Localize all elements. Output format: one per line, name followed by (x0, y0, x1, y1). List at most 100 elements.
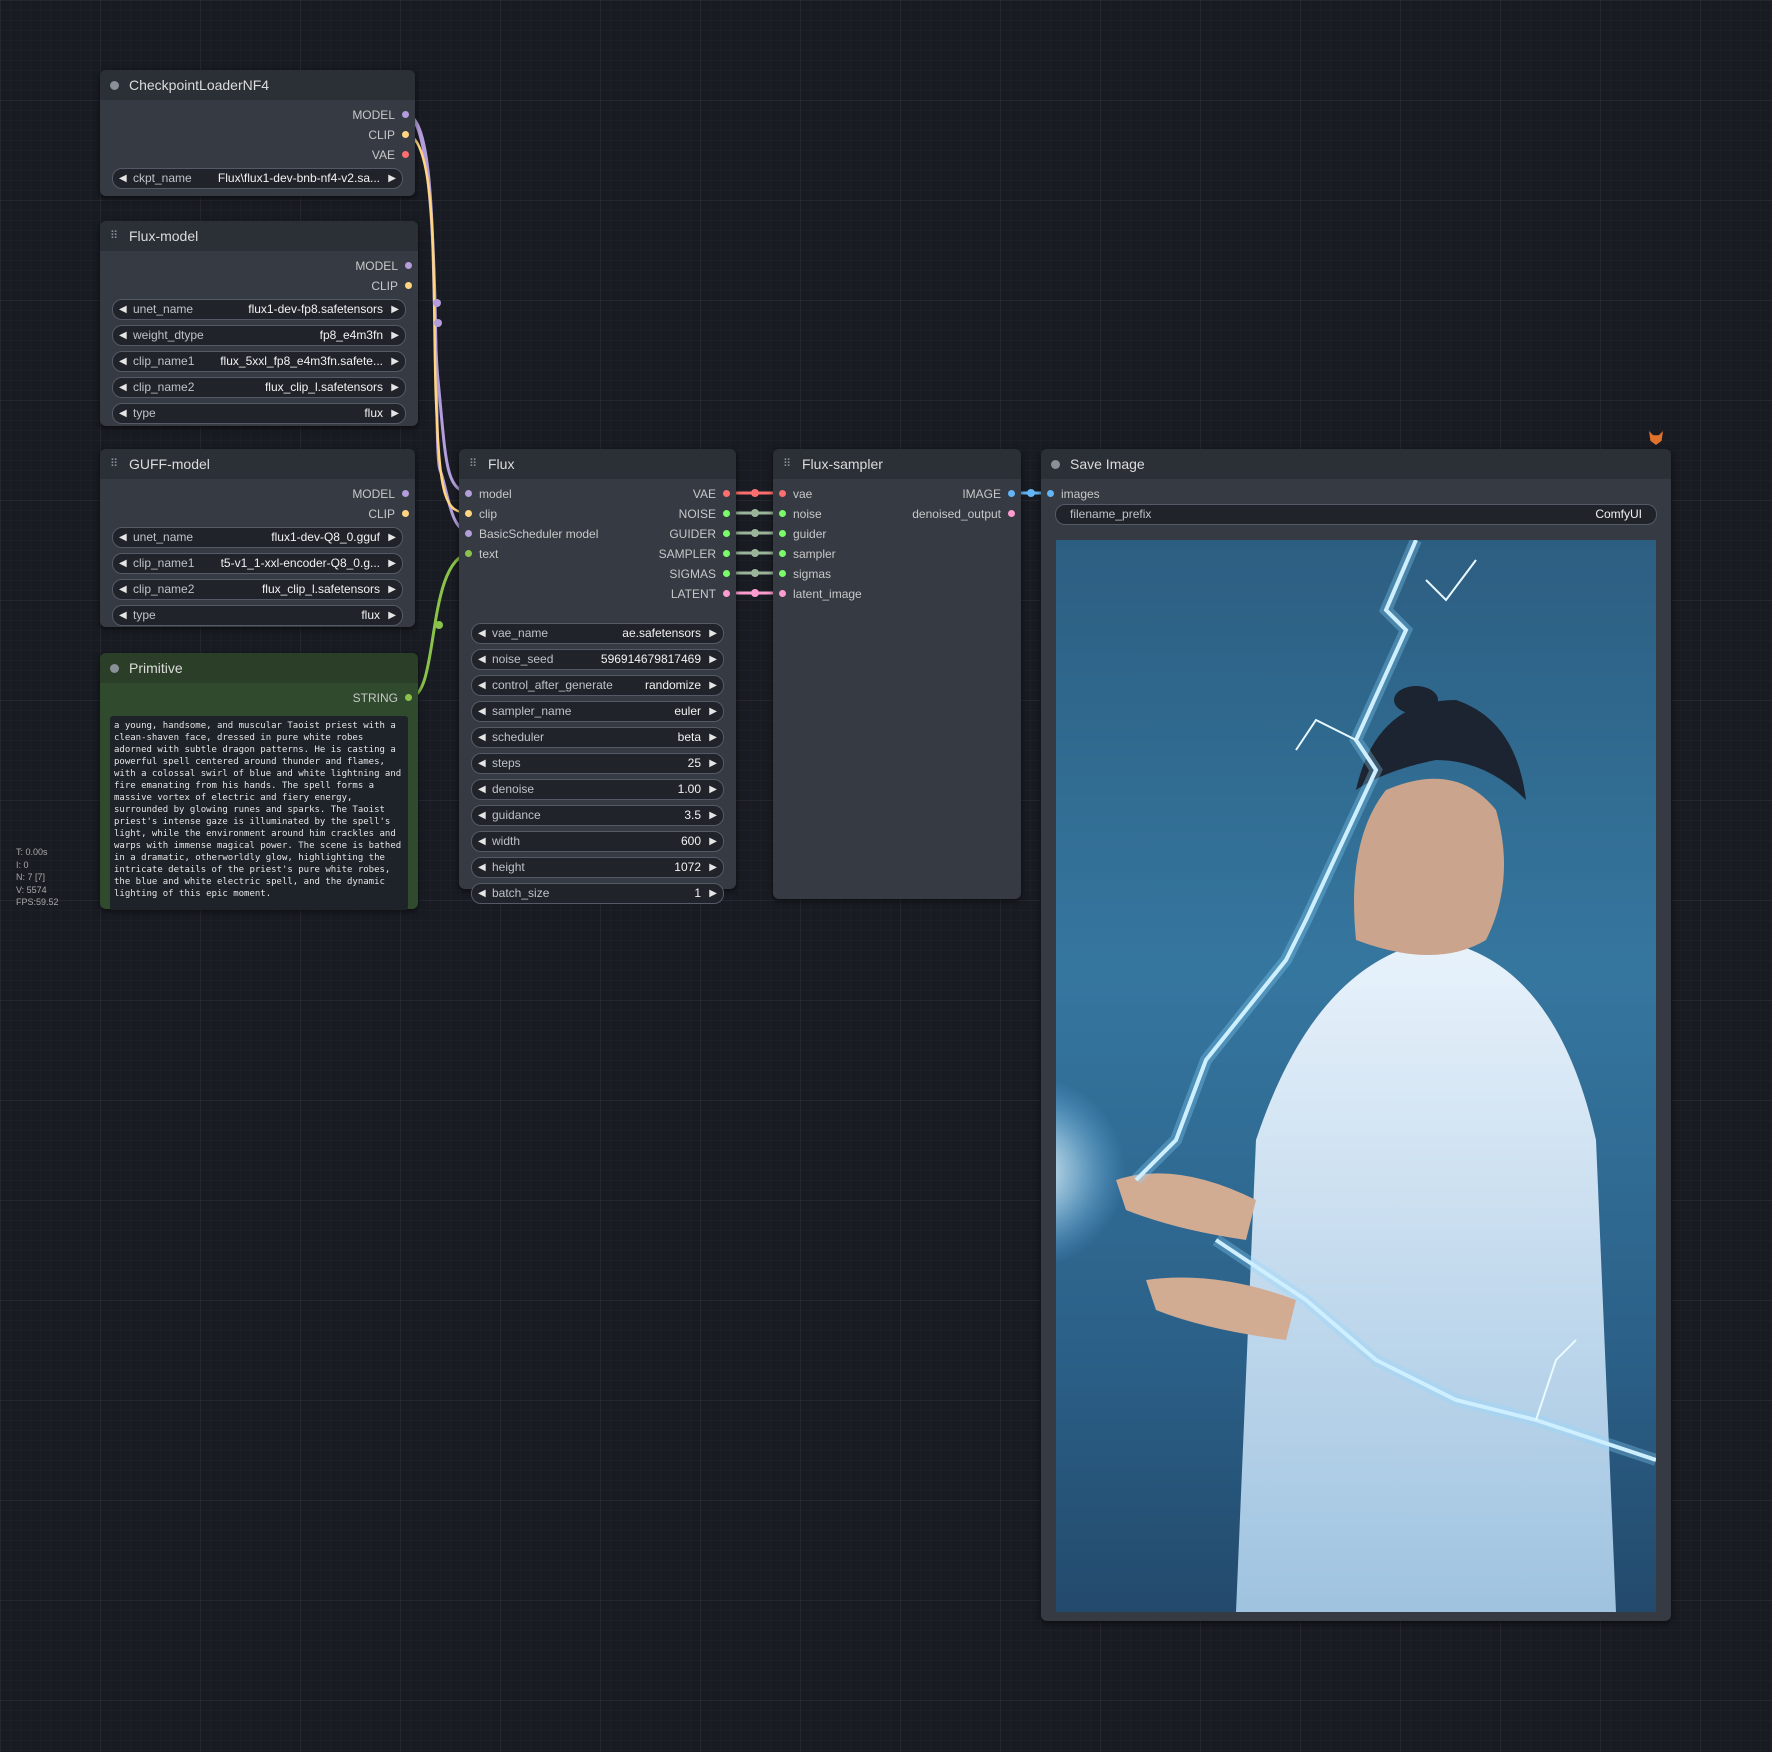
arrow-left-icon[interactable]: ◀ (478, 754, 486, 773)
slot-row[interactable]: SIGMAS (459, 564, 736, 584)
port-icon[interactable] (405, 262, 412, 269)
arrow-right-icon[interactable]: ▶ (391, 378, 399, 397)
arrow-left-icon[interactable]: ◀ (478, 624, 486, 643)
widget-steps[interactable]: ◀ steps 25 ▶ (471, 753, 724, 774)
port-icon[interactable] (405, 694, 412, 701)
port-icon[interactable] (723, 510, 730, 517)
arrow-right-icon[interactable]: ▶ (391, 300, 399, 319)
arrow-right-icon[interactable]: ▶ (709, 702, 717, 721)
port-icon[interactable] (723, 530, 730, 537)
port-icon[interactable] (402, 490, 409, 497)
port-icon[interactable] (779, 490, 786, 497)
port-icon[interactable] (1008, 490, 1015, 497)
widget-width[interactable]: ◀ width 600 ▶ (471, 831, 724, 852)
arrow-left-icon[interactable]: ◀ (478, 832, 486, 851)
output-slot-model[interactable]: MODEL (100, 105, 415, 125)
widget-unet-name[interactable]: ◀ unet_name flux1-dev-fp8.safetensors ▶ (112, 299, 406, 320)
arrow-right-icon[interactable]: ▶ (391, 326, 399, 345)
port-icon[interactable] (465, 490, 472, 497)
arrow-left-icon[interactable]: ◀ (119, 300, 127, 319)
widget-control-after-generate[interactable]: ◀ control_after_generate randomize ▶ (471, 675, 724, 696)
slot-row[interactable]: BasicScheduler model GUIDER (459, 524, 736, 544)
widget-clip-name2[interactable]: ◀ clip_name2 flux_clip_l.safetensors ▶ (112, 579, 403, 600)
widget-ckpt-name[interactable]: ◀ ckpt_name Flux\flux1-dev-bnb-nf4-v2.sa… (112, 168, 403, 189)
widget-height[interactable]: ◀ height 1072 ▶ (471, 857, 724, 878)
arrow-left-icon[interactable]: ◀ (119, 554, 127, 573)
port-icon[interactable] (405, 282, 412, 289)
node-header[interactable]: ⠿ Flux-sampler (773, 449, 1021, 479)
arrow-right-icon[interactable]: ▶ (709, 650, 717, 669)
widget-vae-name[interactable]: ◀ vae_name ae.safetensors ▶ (471, 623, 724, 644)
grip-icon[interactable]: ⠿ (469, 458, 478, 469)
port-icon[interactable] (465, 510, 472, 517)
slot-row[interactable]: images (1041, 484, 1671, 504)
arrow-right-icon[interactable]: ▶ (709, 728, 717, 747)
slot-row[interactable]: vae IMAGE (773, 484, 1021, 504)
arrow-left-icon[interactable]: ◀ (478, 884, 486, 903)
slot-row[interactable]: LATENT (459, 584, 736, 604)
port-icon[interactable] (723, 550, 730, 557)
arrow-left-icon[interactable]: ◀ (478, 676, 486, 695)
node-flux-model[interactable]: ⠿ Flux-model MODEL CLIP ◀ unet_name flux1-… (100, 221, 418, 426)
arrow-left-icon[interactable]: ◀ (119, 169, 127, 188)
arrow-right-icon[interactable]: ▶ (709, 676, 717, 695)
port-icon[interactable] (779, 530, 786, 537)
port-icon[interactable] (1047, 490, 1054, 497)
port-icon[interactable] (465, 530, 472, 537)
arrow-left-icon[interactable]: ◀ (478, 858, 486, 877)
widget-type[interactable]: ◀ type flux ▶ (112, 403, 406, 424)
node-primitive[interactable]: Primitive STRING a young, handsome, and … (100, 653, 418, 910)
port-icon[interactable] (779, 590, 786, 597)
node-header[interactable]: ⠿ Flux (459, 449, 736, 479)
slot-row[interactable]: model VAE (459, 484, 736, 504)
output-slot-model[interactable]: MODEL (100, 256, 418, 276)
output-slot-clip[interactable]: CLIP (100, 276, 418, 296)
node-header[interactable]: ⠿ GUFF-model (100, 449, 415, 479)
node-header[interactable]: Save Image (1041, 449, 1671, 479)
arrow-left-icon[interactable]: ◀ (478, 650, 486, 669)
grip-icon[interactable]: ⠿ (110, 458, 119, 469)
arrow-right-icon[interactable]: ▶ (388, 169, 396, 188)
widget-filename-prefix[interactable]: filename_prefix ComfyUI (1055, 504, 1657, 525)
output-slot-vae[interactable]: VAE (100, 145, 415, 165)
arrow-right-icon[interactable]: ▶ (391, 352, 399, 371)
node-flux-sampler[interactable]: ⠿ Flux-sampler vae IMAGE noise denoised_… (773, 449, 1021, 899)
widget-type[interactable]: ◀ type flux ▶ (112, 605, 403, 626)
collapse-dot-icon[interactable] (1051, 459, 1060, 469)
node-header[interactable]: CheckpointLoaderNF4 (100, 70, 415, 100)
arrow-right-icon[interactable]: ▶ (388, 554, 396, 573)
collapse-dot-icon[interactable] (110, 80, 119, 90)
arrow-right-icon[interactable]: ▶ (388, 606, 396, 625)
widget-batch-size[interactable]: ◀ batch_size 1 ▶ (471, 883, 724, 904)
port-icon[interactable] (723, 490, 730, 497)
slot-row[interactable]: sigmas (773, 564, 1021, 584)
arrow-left-icon[interactable]: ◀ (119, 606, 127, 625)
slot-row[interactable]: noise denoised_output (773, 504, 1021, 524)
arrow-left-icon[interactable]: ◀ (119, 352, 127, 371)
node-guff-model[interactable]: ⠿ GUFF-model MODEL CLIP ◀ unet_name flux1-… (100, 449, 415, 627)
node-flux[interactable]: ⠿ Flux model VAE clip NOISE BasicSchedul… (459, 449, 736, 904)
prompt-textarea[interactable]: a young, handsome, and muscular Taoist p… (110, 716, 408, 910)
arrow-left-icon[interactable]: ◀ (478, 702, 486, 721)
slot-row[interactable]: clip NOISE (459, 504, 736, 524)
port-icon[interactable] (779, 510, 786, 517)
slot-row[interactable]: guider (773, 524, 1021, 544)
widget-denoise[interactable]: ◀ denoise 1.00 ▶ (471, 779, 724, 800)
arrow-right-icon[interactable]: ▶ (388, 580, 396, 599)
port-icon[interactable] (402, 151, 409, 158)
widget-clip-name1[interactable]: ◀ clip_name1 flux_5xxl_fp8_e4m3fn.safete..… (112, 351, 406, 372)
slot-row[interactable]: sampler (773, 544, 1021, 564)
arrow-right-icon[interactable]: ▶ (709, 624, 717, 643)
arrow-right-icon[interactable]: ▶ (388, 528, 396, 547)
arrow-left-icon[interactable]: ◀ (478, 806, 486, 825)
output-slot-clip[interactable]: CLIP (100, 125, 415, 145)
port-icon[interactable] (402, 111, 409, 118)
port-icon[interactable] (779, 550, 786, 557)
node-checkpoint-loader[interactable]: CheckpointLoaderNF4 MODEL CLIP VAE ◀ ckp… (100, 70, 415, 196)
arrow-left-icon[interactable]: ◀ (119, 378, 127, 397)
port-icon[interactable] (723, 590, 730, 597)
grip-icon[interactable]: ⠿ (783, 458, 792, 469)
arrow-right-icon[interactable]: ▶ (709, 806, 717, 825)
port-icon[interactable] (402, 131, 409, 138)
arrow-left-icon[interactable]: ◀ (119, 326, 127, 345)
